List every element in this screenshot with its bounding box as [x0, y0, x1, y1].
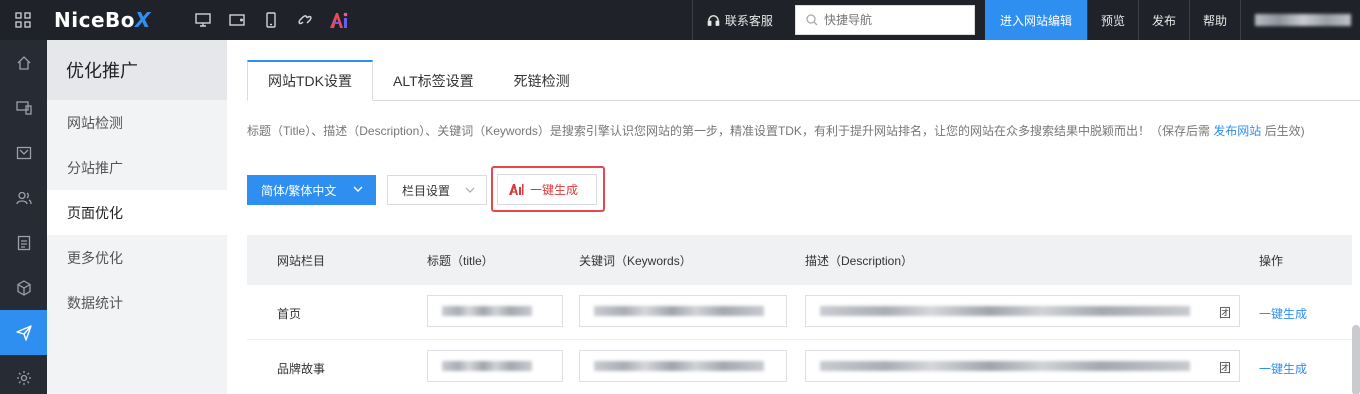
document-icon[interactable] [0, 220, 47, 265]
generate-label: 一键生成 [530, 183, 579, 197]
description-value-blurred [820, 361, 1190, 371]
submenu-item-substation[interactable]: 分站推广 [47, 145, 227, 190]
tablet-icon[interactable] [220, 0, 254, 40]
search-icon [806, 14, 818, 26]
link-icon[interactable] [288, 0, 322, 40]
language-label: 简体/繁体中文 [261, 183, 337, 198]
table-row: 品牌故事 团 一键生成 [247, 340, 1352, 394]
enter-site-edit-button[interactable]: 进入网站编辑 [984, 0, 1087, 40]
row-generate-link[interactable]: 一键生成 [1259, 305, 1307, 322]
user-name-blurred [1255, 14, 1351, 26]
devices-icon[interactable] [0, 85, 47, 130]
row-section-name: 首页 [277, 307, 302, 321]
hint-suffix: 后生效) [1261, 124, 1305, 138]
description-field[interactable]: 团 [805, 350, 1240, 382]
col-header-title: 标题（title） [427, 254, 494, 268]
column-settings-select[interactable]: 栏目设置 [387, 175, 487, 205]
chevron-down-icon [353, 186, 363, 192]
tab-bar: 网站TDK设置 ALT标签设置 死链检测 [247, 60, 590, 101]
ai-icon[interactable] [322, 0, 356, 40]
send-icon[interactable] [0, 310, 47, 355]
users-icon[interactable] [0, 175, 47, 220]
col-header-section: 网站栏目 [277, 254, 326, 268]
monitor-icon[interactable] [186, 0, 220, 40]
preview-button[interactable]: 预览 [1086, 0, 1138, 40]
tdk-table: 网站栏目 标题（title） 关键词（Keywords） 描述（Descript… [247, 235, 1352, 394]
vertical-scrollbar[interactable] [1352, 325, 1360, 394]
description-value-blurred [820, 306, 1190, 316]
col-header-description: 描述（Description） [805, 254, 914, 268]
description-tail: 团 [1216, 359, 1231, 376]
table-header: 网站栏目 标题（title） 关键词（Keywords） 描述（Descript… [247, 235, 1352, 285]
submenu-item-site-check[interactable]: 网站检测 [47, 100, 227, 145]
phone-icon[interactable] [254, 0, 288, 40]
keywords-value-blurred [594, 361, 764, 371]
keywords-value-blurred [594, 306, 764, 316]
title-value-blurred [442, 306, 532, 316]
help-button[interactable]: 帮助 [1188, 0, 1240, 40]
keywords-field[interactable] [579, 295, 787, 327]
ai-generate-icon [509, 184, 524, 195]
icon-rail [0, 40, 47, 394]
title-field[interactable] [427, 295, 563, 327]
publish-button[interactable]: 发布 [1137, 0, 1189, 40]
apps-grid-icon[interactable] [0, 0, 46, 40]
tab-alt-settings[interactable]: ALT标签设置 [373, 60, 494, 101]
tdk-hint: 标题（Title）、描述（Description）、关键词（Keywords）是… [247, 122, 1305, 139]
settings-icon[interactable] [0, 355, 47, 394]
description-tail: 团 [1216, 304, 1231, 321]
column-settings-label: 栏目设置 [402, 183, 451, 198]
quick-nav-search[interactable] [794, 5, 975, 35]
submenu-title: 优化推广 [47, 40, 227, 100]
description-field[interactable]: 团 [805, 295, 1240, 327]
hint-text: 标题（Title）、描述（Description）、关键词（Keywords）是… [247, 124, 1214, 138]
row-section-name: 品牌故事 [277, 362, 326, 376]
headset-icon [707, 14, 720, 26]
user-account[interactable] [1240, 0, 1360, 40]
publish-site-link[interactable]: 发布网站 [1213, 124, 1261, 138]
mail-icon[interactable] [0, 130, 47, 175]
row-generate-link[interactable]: 一键生成 [1259, 360, 1307, 377]
col-header-action: 操作 [1259, 254, 1284, 268]
title-value-blurred [442, 361, 532, 371]
chevron-down-icon [465, 187, 475, 193]
cube-icon[interactable] [0, 265, 47, 310]
keywords-field[interactable] [579, 350, 787, 382]
one-click-generate-button[interactable]: 一键生成 [497, 174, 597, 205]
home-icon[interactable] [0, 40, 47, 85]
col-header-keywords: 关键词（Keywords） [579, 254, 692, 268]
service-label: 联系客服 [724, 13, 773, 28]
submenu-item-statistics[interactable]: 数据统计 [47, 280, 227, 325]
logo[interactable]: NiceBoX [54, 8, 186, 32]
submenu-item-more-optimize[interactable]: 更多优化 [47, 235, 227, 280]
title-field[interactable] [427, 350, 563, 382]
customer-service-button[interactable]: 联系客服 [691, 0, 785, 40]
tab-dead-link[interactable]: 死链检测 [494, 60, 590, 101]
top-bar: NiceBoX 联系客服 进入网站编辑 预览 发布 帮助 [0, 0, 1360, 40]
table-row: 首页 团 一键生成 [247, 285, 1352, 340]
main-content: 网站TDK设置 ALT标签设置 死链检测 标题（Title）、描述（Descri… [227, 40, 1360, 394]
logo-x: X [135, 8, 151, 32]
secondary-menu: 优化推广 网站检测 分站推广 页面优化 更多优化 数据统计 [47, 40, 227, 394]
tab-tdk-settings[interactable]: 网站TDK设置 [247, 60, 373, 101]
submenu-item-page-optimize[interactable]: 页面优化 [47, 190, 227, 235]
language-select[interactable]: 简体/繁体中文 [247, 175, 376, 205]
search-input[interactable] [823, 13, 964, 27]
logo-text: NiceBo [54, 8, 135, 32]
